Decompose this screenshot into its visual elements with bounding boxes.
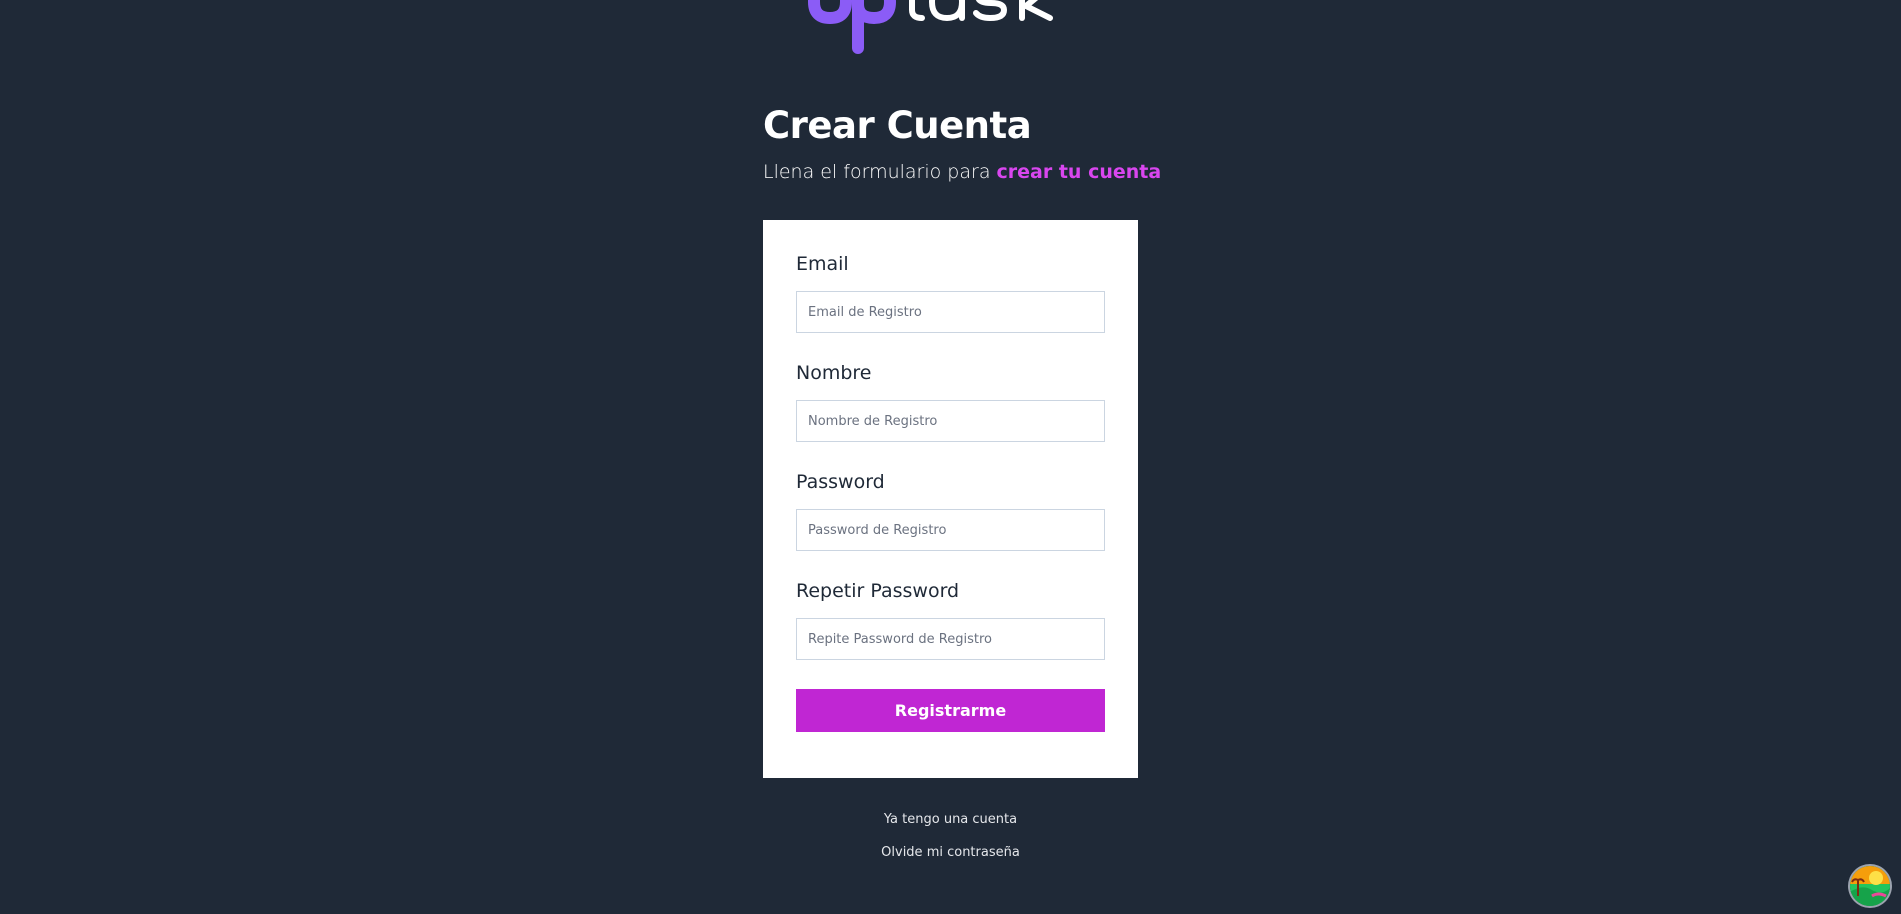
- register-form: Email Nombre Password Repetir Password R…: [763, 220, 1138, 778]
- nombre-field-group: Nombre: [796, 362, 1105, 442]
- password-input[interactable]: [796, 509, 1105, 551]
- extension-avatar-button[interactable]: [1850, 866, 1890, 906]
- subtitle-accent: crear tu cuenta: [996, 161, 1162, 183]
- register-button[interactable]: Registrarme: [796, 689, 1105, 732]
- email-label: Email: [796, 253, 849, 275]
- page-title: Crear Cuenta: [763, 104, 1032, 147]
- uptask-logo-icon: [808, 0, 1053, 54]
- password-field-group: Password: [796, 471, 1105, 551]
- auth-links: Ya tengo una cuenta Olvide mi contraseña: [763, 811, 1138, 877]
- email-field-group: Email: [796, 253, 1105, 333]
- page: Crear Cuenta Llena el formulario para cr…: [0, 0, 1901, 914]
- heading-block: Crear Cuenta Llena el formulario para cr…: [763, 100, 1183, 186]
- repeat-password-field-group: Repetir Password: [796, 580, 1105, 660]
- repeat-password-label: Repetir Password: [796, 580, 960, 602]
- repeat-password-input[interactable]: [796, 618, 1105, 660]
- subtitle-text: Llena el formulario para: [763, 161, 997, 183]
- nombre-input[interactable]: [796, 400, 1105, 442]
- forgot-password-link[interactable]: Olvide mi contraseña: [763, 844, 1138, 862]
- page-subtitle: Llena el formulario para crear tu cuenta: [763, 158, 1183, 186]
- extension-avatar-icon: [1850, 866, 1890, 906]
- password-label: Password: [796, 471, 885, 493]
- login-link[interactable]: Ya tengo una cuenta: [763, 811, 1138, 829]
- nombre-label: Nombre: [796, 362, 872, 384]
- email-input[interactable]: [796, 291, 1105, 333]
